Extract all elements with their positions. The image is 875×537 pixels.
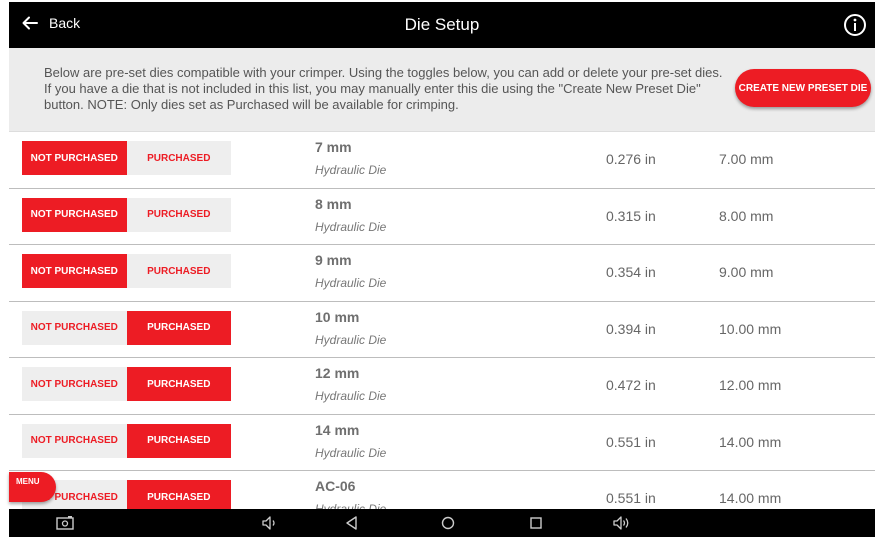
- purchase-toggle: NOT PURCHASED PURCHASED: [22, 423, 231, 458]
- die-name: 14 mm: [315, 421, 360, 438]
- die-size-inches: 0.472 in: [606, 377, 656, 393]
- purchased-option[interactable]: PURCHASED: [126, 423, 231, 458]
- purchased-option[interactable]: PURCHASED: [126, 367, 231, 401]
- die-name: 7 mm: [315, 139, 352, 155]
- die-name: AC-06: [315, 478, 356, 494]
- back-triangle-icon[interactable]: [343, 515, 361, 531]
- purchased-option[interactable]: PURCHASED: [126, 480, 231, 509]
- purchase-toggle: NOT PURCHASED PURCHASED: [22, 254, 231, 288]
- android-nav-bar: [9, 509, 875, 537]
- die-size-inches: 0.276 in: [606, 151, 656, 167]
- die-row: NOT PURCHASED PURCHASED 9 mm Hydraulic Die 0…: [9, 245, 875, 302]
- purchased-option[interactable]: PURCHASED: [126, 254, 231, 288]
- not-purchased-option[interactable]: NOT PURCHASED: [22, 423, 127, 458]
- die-name: 9 mm: [315, 252, 352, 268]
- die-row: NOT PURCHASED PURCHASED 8 mm Hydraulic Die 0…: [9, 189, 875, 245]
- die-row: NOT PURCHASED PURCHASED AC-06 Hydraulic Die…: [9, 471, 875, 509]
- info-banner: Below are pre-set dies compatible with y…: [9, 48, 875, 132]
- purchase-toggle: NOT PURCHASED PURCHASED: [22, 141, 231, 175]
- die-name: 8 mm: [315, 195, 352, 212]
- recents-square-icon[interactable]: [527, 515, 545, 531]
- die-row: NOT PURCHASED PURCHASED 7 mm Hydraulic Die 0…: [9, 132, 875, 189]
- menu-button[interactable]: MENU: [9, 472, 56, 502]
- die-type: Hydraulic Die: [315, 332, 387, 347]
- die-row: NOT PURCHASED PURCHASED 14 mm Hydraulic Die…: [9, 415, 875, 471]
- die-size-mm: 7.00 mm: [719, 151, 774, 167]
- die-size-inches: 0.315 in: [606, 207, 656, 224]
- die-type: Hydraulic Die: [315, 502, 387, 509]
- die-type: Hydraulic Die: [315, 276, 387, 290]
- screenshot-icon[interactable]: [56, 515, 74, 531]
- die-type: Hydraulic Die: [315, 219, 387, 234]
- die-size-inches: 0.551 in: [606, 433, 656, 450]
- purchased-option[interactable]: PURCHASED: [126, 197, 231, 232]
- volume-down-icon[interactable]: [261, 515, 279, 531]
- die-size-mm: 14.00 mm: [719, 433, 782, 450]
- not-purchased-option[interactable]: NOT PURCHASED: [22, 141, 127, 175]
- purchase-toggle: NOT PURCHASED PURCHASED: [22, 197, 231, 232]
- die-size-mm: 12.00 mm: [719, 377, 782, 393]
- banner-text: Below are pre-set dies compatible with y…: [44, 65, 723, 112]
- die-row: NOT PURCHASED PURCHASED 12 mm Hydraulic Die…: [9, 358, 875, 415]
- purchase-toggle: NOT PURCHASED PURCHASED: [22, 367, 231, 401]
- die-size-mm: 10.00 mm: [719, 320, 782, 337]
- volume-up-icon[interactable]: [613, 515, 631, 531]
- home-circle-icon[interactable]: [439, 515, 457, 531]
- die-size-mm: 14.00 mm: [719, 490, 782, 506]
- die-size-inches: 0.394 in: [606, 320, 656, 337]
- die-size-mm: 8.00 mm: [719, 207, 774, 224]
- page-title: Die Setup: [404, 15, 480, 34]
- die-size-inches: 0.354 in: [606, 264, 656, 280]
- die-type: Hydraulic Die: [315, 163, 387, 177]
- die-size-inches: 0.551 in: [606, 490, 656, 506]
- create-new-preset-die-button[interactable]: CREATE NEW PRESET DIE: [735, 69, 871, 107]
- not-purchased-option[interactable]: NOT PURCHASED: [22, 367, 127, 401]
- not-purchased-option[interactable]: NOT PURCHASED: [22, 197, 127, 232]
- purchased-option[interactable]: PURCHASED: [126, 310, 231, 345]
- app-header: Back Die Setup: [9, 2, 875, 48]
- die-type: Hydraulic Die: [315, 445, 387, 460]
- die-row: NOT PURCHASED PURCHASED 10 mm Hydraulic Die…: [9, 302, 875, 358]
- die-type: Hydraulic Die: [315, 389, 387, 403]
- info-icon[interactable]: [843, 13, 867, 37]
- purchased-option[interactable]: PURCHASED: [126, 141, 231, 175]
- purchase-toggle: NOT PURCHASED PURCHASED: [22, 310, 231, 345]
- die-name: 12 mm: [315, 365, 360, 381]
- die-name: 10 mm: [315, 308, 360, 325]
- not-purchased-option[interactable]: NOT PURCHASED: [22, 310, 127, 345]
- not-purchased-option[interactable]: NOT PURCHASED: [22, 254, 127, 288]
- die-list: NOT PURCHASED PURCHASED 7 mm Hydraulic Die 0…: [9, 132, 875, 509]
- die-size-mm: 9.00 mm: [719, 264, 774, 280]
